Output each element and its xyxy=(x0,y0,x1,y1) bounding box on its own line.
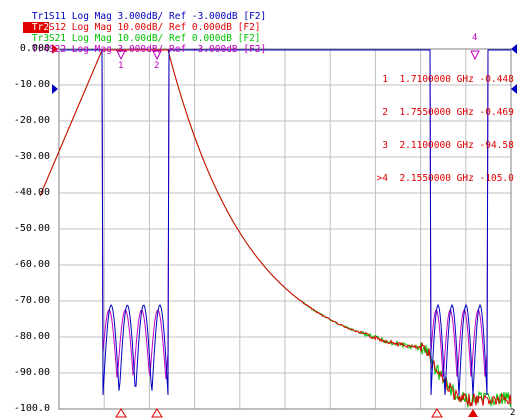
marker-row-1: 1 1.7100000 GHz -0.448 xyxy=(382,74,514,85)
marker-flag-label: 1 xyxy=(118,61,123,71)
y-label-90: -90.00 xyxy=(13,367,50,378)
y-label-10: -10.00 xyxy=(13,79,50,90)
ref-arrow-left-icon xyxy=(52,84,58,94)
y-label-70: -70.00 xyxy=(13,295,50,306)
trace-1-label[interactable]: Tr1S11 Log Mag 3.000dB/ Ref -3.000dB [F2… xyxy=(0,0,266,22)
marker-active-icon xyxy=(468,409,478,417)
marker-readout-table: 1 1.7100000 GHz -0.448 2 1.7550000 GHz -… xyxy=(360,52,514,195)
trace-2-label[interactable]: Tr2S12 Log Mag 10.00dB/ Ref 0.000dB [F2] xyxy=(0,11,261,33)
y-label-40: -40.00 xyxy=(13,187,50,198)
marker-row-4: >4 2.1550000 GHz -105.0 xyxy=(376,173,514,184)
y-label-30: -30.00 xyxy=(13,151,50,162)
trace-3-label[interactable]: Tr3S21 Log Mag 10.00dB/ Ref 0.000dB [F2] xyxy=(0,22,261,44)
x-axis-end-label: 2 xyxy=(510,408,516,418)
y-label-60: -60.00 xyxy=(13,259,50,270)
marker-flag-label: 2 xyxy=(154,61,159,71)
y-label-0: 0.000 xyxy=(19,43,50,54)
marker-bottom-icon xyxy=(151,408,163,418)
marker-row-2: 2 1.7550000 GHz -0.469 xyxy=(382,107,514,118)
marker-bottom-icon xyxy=(115,408,127,418)
y-label-20: -20.00 xyxy=(13,115,50,126)
y-label-80: -80.00 xyxy=(13,331,50,342)
y-label-100: -100.0 xyxy=(13,403,50,414)
y-label-50: -50.00 xyxy=(13,223,50,234)
marker-row-3: 3 2.1100000 GHz -94.58 xyxy=(382,140,514,151)
trace-header: Tr1S11 Log Mag 3.000dB/ Ref -3.000dB [F2… xyxy=(0,0,522,55)
marker-bottom-icon xyxy=(431,408,443,418)
